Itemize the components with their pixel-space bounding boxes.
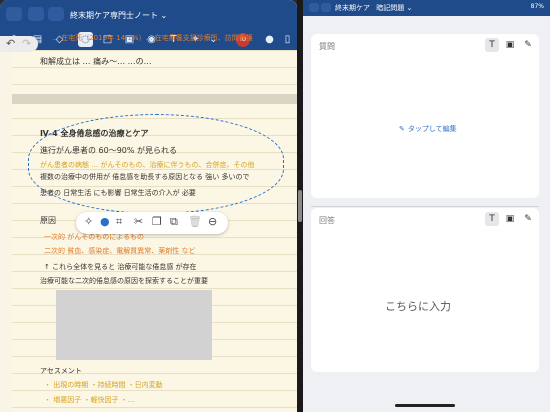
text-format-icon[interactable]: T bbox=[485, 38, 499, 52]
cut-icon[interactable]: ✂ bbox=[134, 215, 143, 228]
flashcard-title[interactable]: 終末期ケア 暗記問題 ⌄ bbox=[335, 3, 412, 13]
resize-icon[interactable]: ⌗ bbox=[116, 215, 122, 229]
lasso-selection[interactable] bbox=[28, 114, 284, 214]
image-icon[interactable]: ▣ bbox=[503, 38, 517, 52]
magic-wand-icon[interactable]: ✧ bbox=[84, 215, 93, 228]
deck-title: 終末期ケア bbox=[335, 4, 370, 12]
question-card[interactable]: 質問 T ▣ ✎ bbox=[311, 34, 539, 198]
flashcard-titlebar: 終末期ケア 暗記問題 ⌄ 87% bbox=[303, 0, 550, 16]
note-line: … 在宅死（2019年 14.1%）… 在宅療養支援診療所、訪問看護 bbox=[52, 34, 253, 42]
selection-context-menu: ✧ ● ⌗ ✂ ❐ ⧉ 🗑 ⊖ bbox=[76, 212, 228, 234]
question-label: 質問 bbox=[319, 42, 335, 51]
answer-input[interactable]: こちらに入力 bbox=[385, 298, 451, 314]
delete-icon[interactable]: 🗑 bbox=[188, 215, 202, 228]
battery-status: 87% bbox=[530, 3, 544, 10]
notebook-title[interactable]: 終末期ケア専門士ノート ⌄ bbox=[70, 10, 167, 21]
card-separator bbox=[311, 206, 539, 207]
note-line: 原因 bbox=[40, 216, 56, 225]
card-type-label: 暗記問題 bbox=[376, 4, 405, 12]
home-indicator[interactable] bbox=[395, 404, 455, 407]
answer-label: 回答 bbox=[319, 216, 335, 225]
edit-pen-icon: ✎ bbox=[399, 125, 405, 133]
sidebar-toggle-icon[interactable] bbox=[309, 3, 319, 12]
note-line: 治療可能な二次的倦怠感の原因を探索することが重要 bbox=[40, 277, 208, 285]
undo-icon[interactable]: ↶ bbox=[6, 37, 15, 50]
page-separator bbox=[12, 94, 297, 104]
notebook-pane: 終末期ケア専門士ノート ⌄ ✎ ▤ ◇ ◌ □ ▣ ◉ T ✦ ⌄ IU ● ▯… bbox=[0, 0, 297, 412]
notebook-titlebar: 終末期ケア専門士ノート ⌄ bbox=[0, 0, 297, 30]
split-resize-handle[interactable] bbox=[298, 190, 302, 222]
tap-to-edit-link[interactable]: ✎ タップして編集 bbox=[399, 124, 457, 134]
answer-card[interactable]: 回答 T ▣ ✎ bbox=[311, 208, 539, 372]
back-icon[interactable] bbox=[48, 7, 64, 21]
chevron-down-icon: ⌄ bbox=[160, 11, 168, 20]
note-line: ・ 出現の時期 ・持続時間 ・日内変動 bbox=[44, 381, 163, 389]
pen-icon[interactable]: ✎ bbox=[521, 38, 535, 52]
color-picker-icon[interactable]: ● bbox=[100, 215, 110, 228]
grid-view-icon[interactable] bbox=[28, 7, 44, 21]
flashcard-pane: 終末期ケア 暗記問題 ⌄ 87% 質問 T ▣ ✎ ✎ タップして編集 回答 T … bbox=[303, 0, 550, 412]
split-screen: 終末期ケア専門士ノート ⌄ ✎ ▤ ◇ ◌ □ ▣ ◉ T ✦ ⌄ IU ● ▯… bbox=[0, 0, 550, 412]
grid-view-icon[interactable] bbox=[321, 3, 331, 12]
tap-to-edit-text: タップして編集 bbox=[407, 125, 457, 133]
note-line: 和解成立は … 痛み〜… …の… bbox=[40, 57, 152, 66]
chevron-down-icon: ⌄ bbox=[406, 4, 413, 12]
image-placeholder[interactable] bbox=[56, 290, 212, 360]
duplicate-icon[interactable]: ⧉ bbox=[170, 215, 178, 229]
notebook-title-text: 終末期ケア専門士ノート bbox=[70, 11, 158, 20]
note-line: アセスメント bbox=[40, 367, 82, 375]
image-icon[interactable]: ▣ bbox=[503, 212, 517, 226]
note-line: 二次的 貧血、感染症、電解質異常、薬剤性 など bbox=[44, 247, 196, 255]
text-format-icon[interactable]: T bbox=[485, 212, 499, 226]
more-options-icon[interactable]: ⊖ bbox=[208, 215, 217, 228]
note-line: ↑ これら全体を見ると 治療可能な倦怠感 が存在 bbox=[44, 263, 197, 271]
note-line: ・ 増悪因子 ・軽快因子 ・… bbox=[44, 396, 135, 404]
copy-icon[interactable]: ❐ bbox=[152, 215, 162, 228]
undo-redo-pill: ↶ ↷ bbox=[0, 36, 38, 52]
color-swatch-icon[interactable]: ● bbox=[262, 32, 277, 47]
pen-icon[interactable]: ✎ bbox=[521, 212, 535, 226]
sidebar-toggle-icon[interactable] bbox=[6, 7, 22, 21]
redo-icon[interactable]: ↷ bbox=[22, 37, 31, 50]
sidebar-right-icon[interactable]: ▯ bbox=[280, 32, 295, 47]
